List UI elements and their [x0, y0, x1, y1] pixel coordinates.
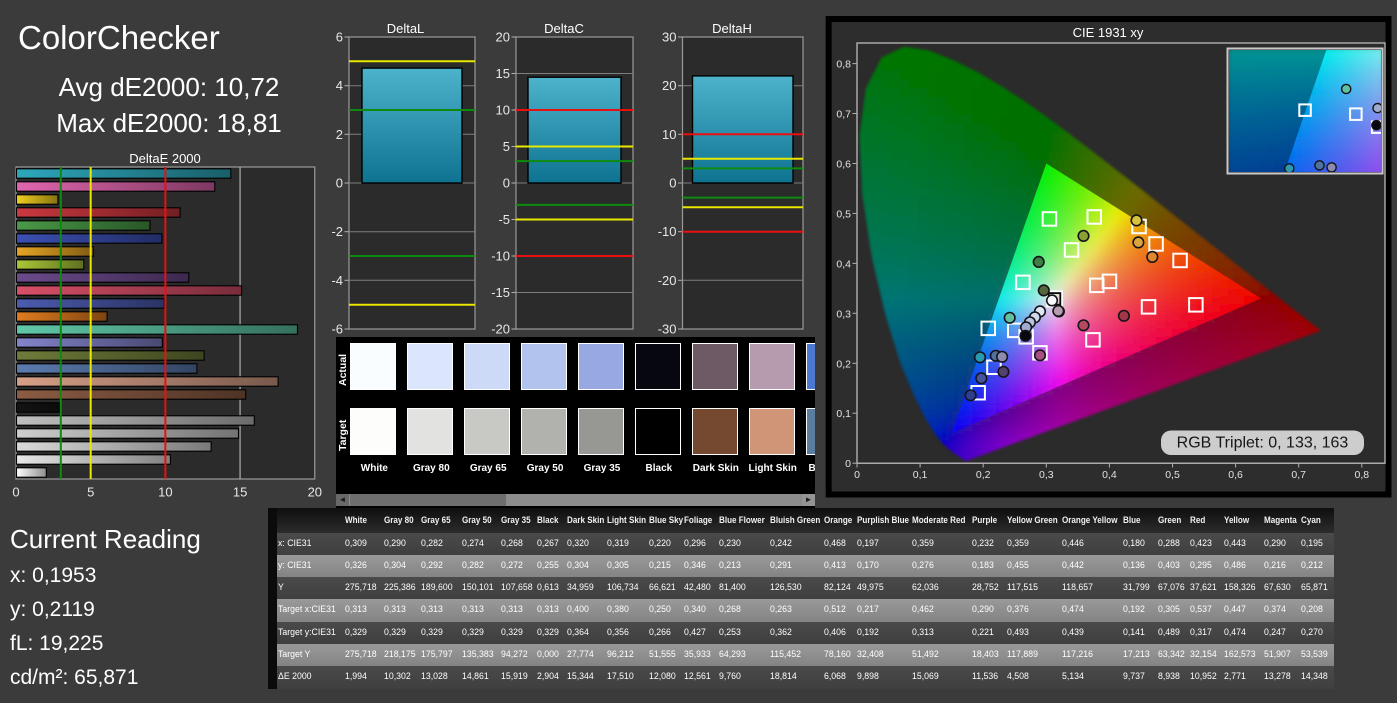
svg-text:0,7: 0,7 — [836, 109, 851, 121]
svg-text:0,7: 0,7 — [1291, 469, 1306, 481]
svg-text:0,5: 0,5 — [836, 208, 851, 220]
svg-text:0,6: 0,6 — [836, 159, 851, 171]
svg-text:0,2: 0,2 — [976, 469, 991, 481]
svg-text:0: 0 — [854, 469, 860, 481]
svg-text:0,8: 0,8 — [836, 59, 851, 71]
svg-text:0,6: 0,6 — [1228, 469, 1243, 481]
svg-text:0,3: 0,3 — [836, 308, 851, 320]
svg-text:0,1: 0,1 — [836, 408, 851, 420]
svg-text:0,4: 0,4 — [836, 258, 851, 270]
svg-text:0: 0 — [845, 458, 851, 470]
svg-text:0,2: 0,2 — [836, 358, 851, 370]
svg-text:RGB Triplet: 0, 133, 163: RGB Triplet: 0, 133, 163 — [1177, 435, 1349, 452]
svg-text:0,4: 0,4 — [1102, 469, 1117, 481]
svg-text:0,5: 0,5 — [1165, 469, 1180, 481]
svg-text:0,8: 0,8 — [1354, 469, 1369, 481]
svg-text:0,3: 0,3 — [1039, 469, 1054, 481]
svg-text:0,1: 0,1 — [913, 469, 928, 481]
